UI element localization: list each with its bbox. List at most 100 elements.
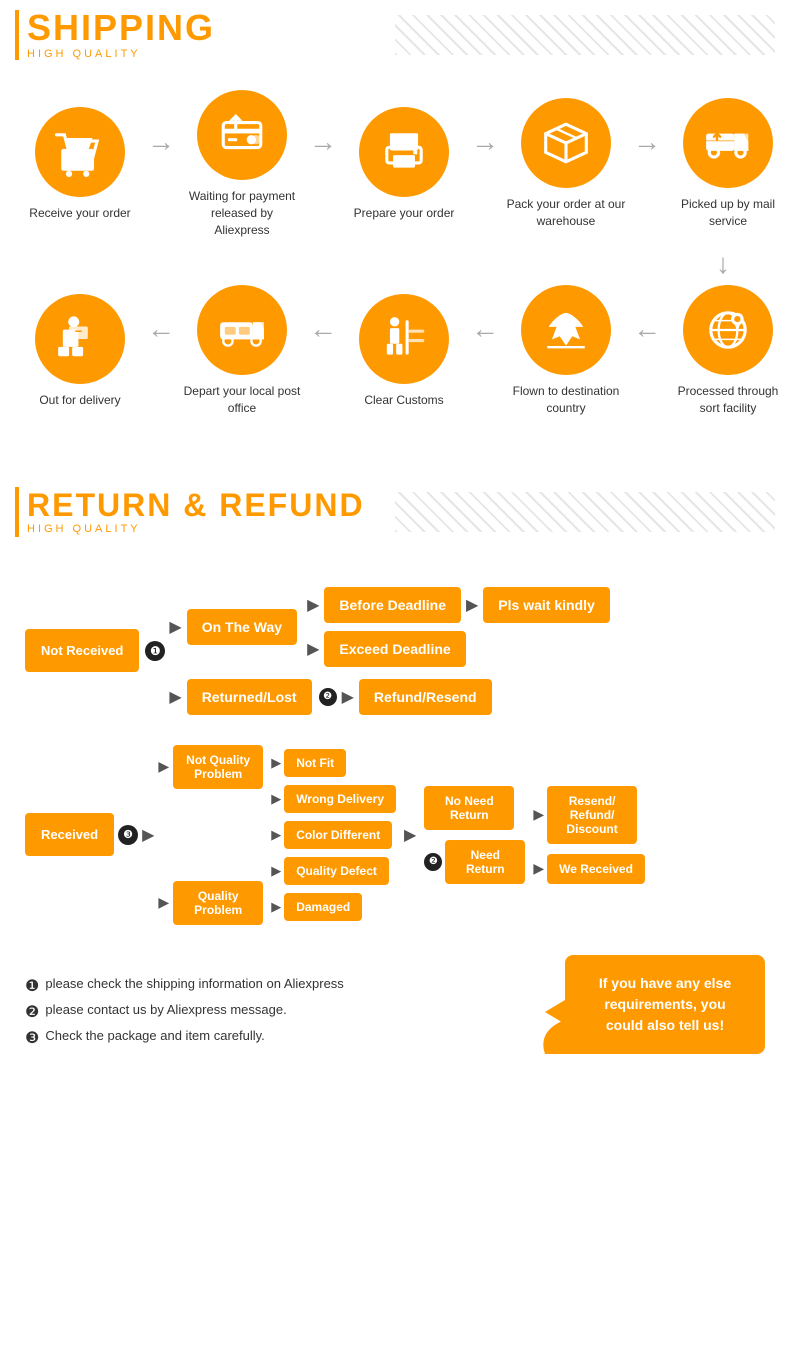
truck-icon bbox=[703, 118, 753, 168]
not-received-tree: Not Received ❶ ▶ On The Way ▶ Before Dea… bbox=[25, 587, 765, 715]
q-arrow: ▶ bbox=[158, 894, 169, 911]
wd-arrow: ▶ bbox=[271, 791, 281, 807]
rec-main-arrow: ▶ bbox=[142, 825, 154, 845]
wrong-delivery-row: ▶ Wrong Delivery bbox=[271, 785, 396, 813]
print-icon bbox=[379, 127, 429, 177]
step-receive: Receive your order bbox=[15, 107, 145, 222]
rl-arrow: ▶ bbox=[342, 687, 354, 707]
nr-arrow-1: ▶ bbox=[169, 617, 181, 637]
return-outcomes: No Need Return ❷ Need Return bbox=[424, 786, 525, 884]
shipping-title: SHIPPING bbox=[27, 10, 215, 46]
rr-subtitle: HIGH QUALITY bbox=[27, 523, 365, 535]
nr-connector: ❶ bbox=[145, 587, 165, 715]
we-received-row: ▶ We Received bbox=[533, 854, 645, 884]
step-label-6: Out for delivery bbox=[39, 392, 120, 409]
plane-icon bbox=[541, 305, 591, 355]
customs-icon bbox=[379, 314, 429, 364]
step-circle-5 bbox=[683, 98, 773, 188]
step-depart: Depart your local post office bbox=[177, 285, 307, 417]
arrow-2: → bbox=[309, 126, 337, 158]
step-label-4: Pack your order at our warehouse bbox=[506, 196, 626, 230]
rr-title: RETURN & REFUND bbox=[27, 489, 365, 521]
note-1: ❶ please check the shipping information … bbox=[25, 976, 545, 996]
shipping-header: SHIPPING HIGH QUALITY bbox=[0, 0, 790, 70]
step-label-3: Prepare your order bbox=[354, 205, 455, 222]
final-results: ▶ Resend/Refund/Discount ▶ We Received bbox=[533, 786, 645, 884]
resend-row: ▶ Resend/Refund/Discount bbox=[533, 786, 645, 844]
step-label-2: Waiting for payment released by Aliexpre… bbox=[182, 188, 302, 238]
exceed-deadline-box: Exceed Deadline bbox=[324, 631, 465, 667]
not-quality-box: Not QualityProblem bbox=[173, 745, 263, 789]
step-circle-4 bbox=[521, 98, 611, 188]
damaged-row: ▶ Damaged bbox=[271, 893, 396, 921]
arrow-5: ← bbox=[147, 313, 175, 345]
header-accent-bar bbox=[15, 10, 19, 60]
step-delivery: Out for delivery bbox=[15, 294, 145, 409]
arrow-4: → bbox=[633, 126, 661, 158]
not-fit-row: ▶ Not Fit bbox=[271, 749, 396, 777]
step-label-7: Depart your local post office bbox=[182, 383, 302, 417]
step-label-10: Processed through sort facility bbox=[668, 383, 788, 417]
nr-badge-row: ❶ bbox=[145, 641, 165, 661]
step-circle-6 bbox=[35, 294, 125, 384]
items-to-outcomes-arrow: ▶ bbox=[404, 825, 416, 845]
note-badge-2: ❷ bbox=[25, 1002, 39, 1022]
quality-row: ▶ QualityProblem bbox=[158, 881, 263, 925]
step-flown: Flown to destination country bbox=[501, 285, 631, 417]
arrow-down: ↓ bbox=[15, 248, 775, 280]
step-circle-10 bbox=[683, 285, 773, 375]
step-sort: Processed through sort facility bbox=[663, 285, 790, 417]
note-badge-1: ❶ bbox=[25, 976, 39, 996]
wr-arrow: ▶ bbox=[533, 860, 544, 877]
step-circle-2 bbox=[197, 90, 287, 180]
quality-defect-row: ▶ Quality Defect bbox=[271, 857, 396, 885]
no-need-return-box: No Need Return bbox=[424, 786, 514, 830]
d-arrow: ▶ bbox=[271, 899, 281, 915]
cart-icon bbox=[55, 127, 105, 177]
payment-icon bbox=[217, 110, 267, 160]
header-pattern bbox=[395, 15, 775, 55]
note-2: ❷ please contact us by Aliexpress messag… bbox=[25, 1002, 545, 1022]
step-pickup: Picked up by mail service bbox=[663, 98, 790, 230]
arrow-7: ← bbox=[471, 313, 499, 345]
before-deadline-box: Before Deadline bbox=[324, 587, 461, 623]
nr-lines: ▶ On The Way ▶ Before Deadline ▶ Pls wai… bbox=[169, 587, 609, 715]
step-payment: Waiting for payment released by Aliexpre… bbox=[177, 90, 307, 238]
not-received-container: Not Received bbox=[25, 587, 139, 715]
return-refund-section: Not Received ❶ ▶ On The Way ▶ Before Dea… bbox=[0, 547, 790, 1084]
sort-icon bbox=[703, 305, 753, 355]
not-fit-box: Not Fit bbox=[284, 749, 346, 777]
arrow-1: → bbox=[147, 126, 175, 158]
step-pack: Pack your order at our warehouse bbox=[501, 98, 631, 230]
need-return-row: ❷ Need Return bbox=[424, 840, 525, 884]
nr-arrow-2: ▶ bbox=[169, 687, 181, 707]
step-circle-1 bbox=[35, 107, 125, 197]
badge-1: ❶ bbox=[145, 641, 165, 661]
note-text-3: Check the package and item carefully. bbox=[45, 1028, 264, 1043]
shipping-steps: Receive your order → Waiting for payment… bbox=[0, 70, 790, 457]
quality-defect-box: Quality Defect bbox=[284, 857, 389, 885]
qd-arrow: ▶ bbox=[271, 863, 281, 879]
quality-box: QualityProblem bbox=[173, 881, 263, 925]
notes-list: ❶ please check the shipping information … bbox=[25, 976, 545, 1054]
step-prepare: Prepare your order bbox=[339, 107, 469, 222]
arrow-3: → bbox=[471, 126, 499, 158]
received-box: Received bbox=[25, 813, 114, 856]
note-text-2: please contact us by Aliexpress message. bbox=[45, 1002, 286, 1017]
step-circle-9 bbox=[521, 285, 611, 375]
we-received-box: We Received bbox=[547, 854, 645, 884]
step-label-1: Receive your order bbox=[29, 205, 130, 222]
on-the-way-branch: ▶ On The Way ▶ Before Deadline ▶ Pls wai… bbox=[169, 587, 609, 667]
step-label-9: Flown to destination country bbox=[506, 383, 626, 417]
nq-arrow: ▶ bbox=[158, 758, 169, 775]
step-circle-8 bbox=[359, 294, 449, 384]
refund-resend-box: Refund/Resend bbox=[359, 679, 492, 715]
step-row-1: Receive your order → Waiting for payment… bbox=[15, 90, 775, 238]
rr-header-bar bbox=[15, 487, 19, 537]
nf-arrow: ▶ bbox=[271, 755, 281, 771]
wrong-delivery-box: Wrong Delivery bbox=[284, 785, 396, 813]
note-text-1: please check the shipping information on… bbox=[45, 976, 343, 991]
badge-2-b: ❷ bbox=[424, 853, 442, 871]
damaged-box: Damaged bbox=[284, 893, 362, 921]
on-the-way-subbranches: ▶ Before Deadline ▶ Pls wait kindly ▶ Ex… bbox=[307, 587, 610, 667]
